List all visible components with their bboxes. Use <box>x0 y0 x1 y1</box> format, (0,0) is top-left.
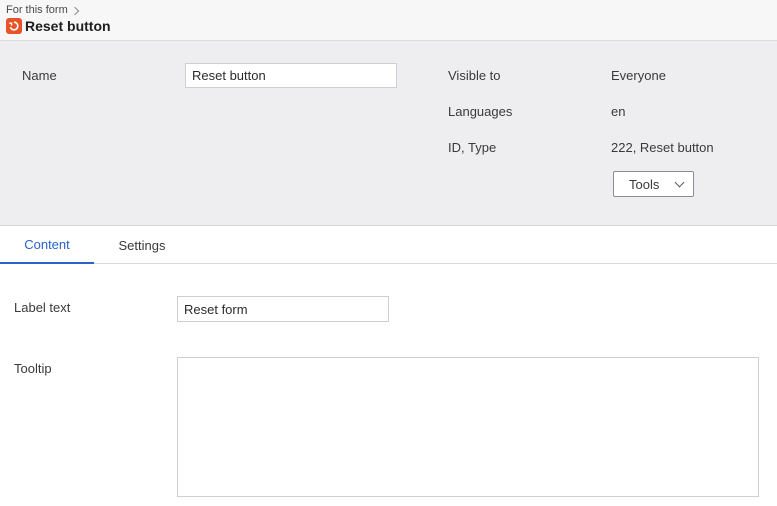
label-text-input[interactable] <box>177 296 389 322</box>
tools-label: Tools <box>629 176 660 192</box>
tools-dropdown-button[interactable]: Tools <box>613 171 694 197</box>
tab-content[interactable]: Content <box>0 226 94 264</box>
languages-value: en <box>611 104 626 119</box>
label-text-label: Label text <box>14 300 71 315</box>
name-label: Name <box>22 68 57 83</box>
chevron-right-icon <box>70 6 79 15</box>
breadcrumb-link[interactable]: For this form <box>6 4 68 16</box>
id-type-value: 222, Reset button <box>611 140 714 155</box>
id-type-label: ID, Type <box>448 140 497 155</box>
tooltip-label: Tooltip <box>14 361 52 376</box>
tooltip-textarea[interactable] <box>177 357 759 497</box>
tab-settings[interactable]: Settings <box>94 226 190 264</box>
properties-panel: Name Visible to Everyone Languages en ID… <box>0 41 777 226</box>
breadcrumb[interactable]: For this form <box>6 4 79 16</box>
chevron-down-icon <box>674 177 685 188</box>
visible-to-value: Everyone <box>611 68 666 83</box>
title-row: Reset button <box>6 18 111 34</box>
page-title: Reset button <box>25 18 111 34</box>
reset-icon <box>6 18 22 34</box>
visible-to-label: Visible to <box>448 68 501 83</box>
name-input[interactable] <box>185 63 397 88</box>
tab-bar: Content Settings <box>0 226 777 264</box>
languages-label: Languages <box>448 104 513 119</box>
page-header: For this form Reset button <box>0 0 777 41</box>
